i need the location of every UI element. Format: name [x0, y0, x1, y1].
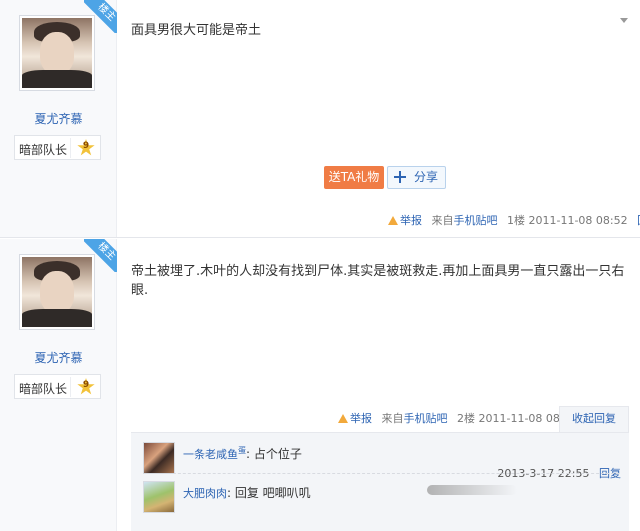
post-meta: 举报 来自手机贴吧 2楼 2011-11-08 08:59 [338, 410, 578, 426]
author-level-box[interactable]: 暗部队长 9 [14, 374, 101, 399]
author-name-link[interactable]: 夏尤齐慕 [0, 110, 117, 127]
report-link[interactable]: 举报 [350, 412, 372, 425]
reply-text: : 回复 吧唧叭叽 [227, 486, 311, 500]
level-number: 9 [82, 141, 90, 151]
share-label: 分享 [414, 170, 439, 184]
post-content: 面具男很大可能是帝土 [131, 23, 262, 38]
reply-avatar[interactable] [143, 442, 175, 474]
plus-icon [394, 171, 406, 183]
reply-thread: 一条老咸鱼蛋: 占个位子 2013-3-17 22:55 回复 大肥肉肉: 回复… [131, 432, 629, 531]
floor-number: 1楼 [507, 214, 525, 227]
post-content: 帝土被埋了.木叶的人却没有找到尸体.其实是被斑救走.再加上面具男一直只露出一只右… [131, 264, 625, 298]
reply-divider [143, 473, 619, 474]
reply-avatar[interactable] [143, 481, 175, 513]
source-link[interactable]: 手机贴吧 [404, 412, 448, 425]
user-suffix: 蛋 [238, 446, 246, 455]
send-gift-button[interactable]: 送TA礼物 [324, 166, 384, 189]
warning-icon [338, 414, 348, 423]
post-meta: 举报 来自手机贴吧 1楼 2011-11-08 08:52 回复 [388, 212, 640, 228]
share-button[interactable]: 分享 [387, 166, 446, 189]
collapse-replies-tab[interactable]: 收起回复 [559, 406, 629, 432]
reply-user-link[interactable]: 大肥肉肉 [183, 487, 227, 500]
fade-overlay [427, 485, 517, 495]
reply-user-link[interactable]: 一条老咸鱼 [183, 448, 238, 461]
op-badge: 楼主 [84, 0, 117, 33]
reply-text: : 占个位子 [246, 447, 302, 461]
post-floor-2: 楼主 夏尤齐慕 暗部队长 9 帝土被埋了.木叶的人却没有找到尸体.其实是被斑救走… [0, 239, 640, 531]
op-badge: 楼主 [84, 239, 117, 272]
author-sidebar: 楼主 夏尤齐慕 暗部队长 9 [0, 239, 117, 531]
rank-title: 暗部队长 [19, 382, 68, 396]
level-number: 9 [82, 380, 90, 390]
author-level-box[interactable]: 暗部队长 9 [14, 135, 101, 160]
source-link[interactable]: 手机贴吧 [454, 214, 498, 227]
post-time: 2011-11-08 08:52 [528, 214, 628, 227]
level-badge: 9 [70, 377, 98, 397]
level-badge: 9 [70, 138, 98, 158]
post-menu-chevron-icon[interactable] [620, 18, 628, 23]
author-name-link[interactable]: 夏尤齐慕 [0, 349, 117, 366]
report-link[interactable]: 举报 [400, 214, 422, 227]
warning-icon [388, 216, 398, 225]
floor-number: 2楼 [457, 412, 475, 425]
post-floor-1: 楼主 夏尤齐慕 暗部队长 9 面具男很大可能是帝土 送TA礼物 分享 举报 来自… [0, 0, 640, 238]
rank-title: 暗部队长 [19, 143, 68, 157]
author-sidebar: 楼主 夏尤齐慕 暗部队长 9 [0, 0, 117, 237]
